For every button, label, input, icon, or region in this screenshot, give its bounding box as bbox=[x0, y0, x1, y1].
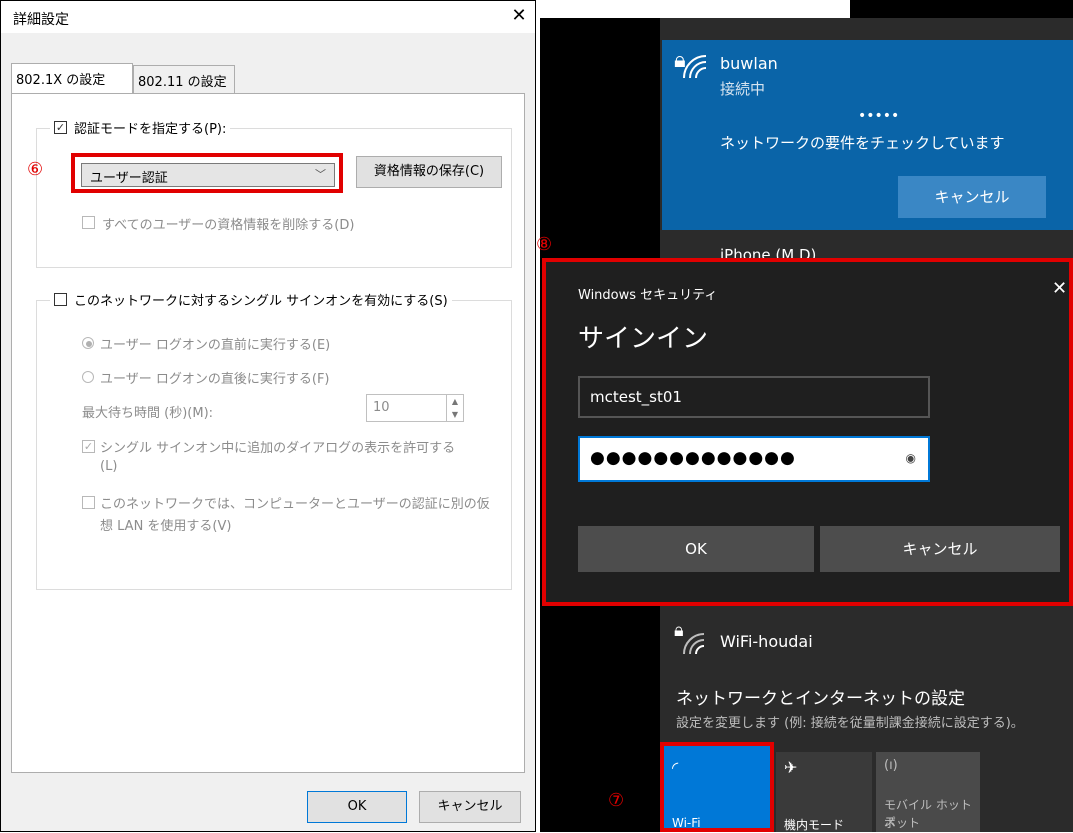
delete-credentials-label: すべてのユーザーの資格情報を削除する(D) bbox=[102, 218, 355, 233]
auth-mode-group bbox=[36, 128, 512, 268]
dialog-title: 詳細設定 bbox=[13, 12, 69, 28]
allow-dialog-label-1: シングル サインオン中に追加のダイアログの表示を許可する bbox=[100, 441, 456, 456]
auth-mode-legend: ✓ 認証モードを指定する(P): bbox=[50, 118, 231, 138]
save-credentials-label: 資格情報の保存(C) bbox=[356, 156, 502, 188]
cancel-button[interactable]: キャンセル bbox=[419, 791, 521, 823]
max-wait-value: 10 bbox=[373, 400, 390, 415]
advanced-settings-dialog: 詳細設定 ✕ 802.1X の設定 802.11 の設定 ✓ 認証モードを指定す… bbox=[0, 0, 536, 832]
ok-button[interactable]: OK bbox=[307, 791, 407, 823]
signin-heading: サインイン bbox=[578, 324, 709, 354]
max-wait-spinner[interactable]: 10 ▲ ▼ bbox=[366, 394, 464, 422]
tile-wifi[interactable]: ◜ Wi-Fi bbox=[660, 742, 774, 832]
tab-8021x[interactable]: 802.1X の設定 bbox=[11, 63, 133, 94]
wifi-tile-icon: ◜ bbox=[672, 758, 679, 777]
spinner-arrows-icon[interactable]: ▲ ▼ bbox=[446, 395, 463, 421]
tab-80211[interactable]: 802.11 の設定 bbox=[133, 65, 235, 93]
wifi-signal-icon bbox=[683, 55, 707, 79]
vlan-checkbox[interactable] bbox=[82, 496, 95, 509]
airplane-icon: ✈ bbox=[784, 758, 798, 777]
tile-wifi-label: Wi-Fi bbox=[672, 816, 701, 830]
sso-checkbox[interactable] bbox=[54, 293, 67, 306]
background-strip bbox=[540, 0, 850, 18]
radio-dot bbox=[86, 341, 92, 347]
tile-airplane[interactable]: ✈ 機内モード bbox=[776, 752, 872, 832]
network3-name[interactable]: WiFi-houdai bbox=[720, 632, 813, 651]
radio-after-label: ユーザー ログオンの直後に実行する(F) bbox=[100, 372, 330, 387]
marker-7: ⑦ bbox=[608, 790, 625, 811]
network-settings-link[interactable]: ネットワークとインターネットの設定 bbox=[676, 684, 965, 709]
max-wait-label: 最大待ち時間 (秒)(M): bbox=[82, 406, 214, 421]
username-field[interactable]: mctest_st01 bbox=[578, 376, 930, 418]
password-mask: ●●●●●●●●●●●●● bbox=[590, 448, 796, 468]
auth-mode-label: 認証モードを指定する(P): bbox=[74, 122, 227, 137]
flyout-cancel-button[interactable]: キャンセル bbox=[898, 176, 1046, 218]
network-panel-composite: 🔒︎ buwlan 接続中 ••••• ネットワークの要件をチェックしています … bbox=[536, 0, 1073, 832]
tile-hotspot[interactable]: (ı) モバイル ホットス ポット bbox=[876, 752, 980, 832]
vlan-label-2: 想 LAN を使用する(V) bbox=[100, 519, 232, 534]
progress-dots: ••••• bbox=[858, 108, 900, 124]
dialog-titlebar bbox=[1, 1, 535, 33]
security-dialog-title: Windows セキュリティ bbox=[578, 288, 718, 303]
security-ok-button[interactable]: OK bbox=[578, 526, 814, 572]
allow-dialog-label-2: (L) bbox=[100, 459, 118, 474]
radio-before-label: ユーザー ログオンの直前に実行する(E) bbox=[100, 338, 331, 353]
save-credentials-button[interactable]: 資格情報の保存(C) bbox=[356, 156, 502, 188]
auth-type-select-highlight: ユーザー認証 ﹀ bbox=[71, 153, 343, 193]
vlan-label-1: このネットワークでは、コンピューターとユーザーの認証に別の仮 bbox=[100, 497, 490, 512]
auth-type-value: ユーザー認証 bbox=[90, 171, 168, 186]
reveal-password-icon[interactable]: ◉ bbox=[906, 451, 916, 465]
auth-type-select[interactable]: ユーザー認証 ﹀ bbox=[81, 163, 335, 187]
checking-text: ネットワークの要件をチェックしています bbox=[720, 134, 1005, 152]
marker-8: ⑧ bbox=[536, 234, 553, 255]
tile-hotspot-label-2: ポット bbox=[884, 816, 921, 830]
network1-status: 接続中 bbox=[720, 80, 766, 98]
password-field[interactable]: ●●●●●●●●●●●●● ◉ bbox=[578, 436, 930, 482]
delete-credentials-checkbox[interactable] bbox=[82, 216, 95, 229]
network1-name: buwlan bbox=[720, 54, 778, 73]
tab-panel: ✓ 認証モードを指定する(P): 資格情報の保存(C) すべてのユーザーの資格情… bbox=[11, 93, 525, 773]
tile-airplane-label: 機内モード bbox=[784, 818, 845, 832]
hotspot-icon: (ı) bbox=[884, 758, 898, 773]
username-value: mctest_st01 bbox=[590, 388, 682, 406]
close-icon[interactable]: ✕ bbox=[507, 5, 531, 26]
allow-dialog-checkbox[interactable]: ✓ bbox=[82, 440, 95, 453]
network-settings-desc: 設定を変更します (例: 接続を従量制課金接続に設定する)。 bbox=[676, 716, 1024, 731]
sso-label: このネットワークに対するシングル サインオンを有効にする(S) bbox=[74, 294, 448, 309]
auth-mode-checkbox[interactable]: ✓ bbox=[54, 121, 67, 134]
sso-legend: このネットワークに対するシングル サインオンを有効にする(S) bbox=[50, 290, 452, 310]
radio-before-logon[interactable] bbox=[82, 337, 94, 349]
chevron-down-icon: ﹀ bbox=[315, 168, 326, 181]
security-close-icon[interactable]: ✕ bbox=[1052, 278, 1067, 299]
wifi-signal-icon-2 bbox=[683, 633, 705, 655]
security-cancel-button[interactable]: キャンセル bbox=[820, 526, 1060, 572]
radio-after-logon[interactable] bbox=[82, 371, 94, 383]
marker-6: ⑥ bbox=[27, 159, 44, 180]
